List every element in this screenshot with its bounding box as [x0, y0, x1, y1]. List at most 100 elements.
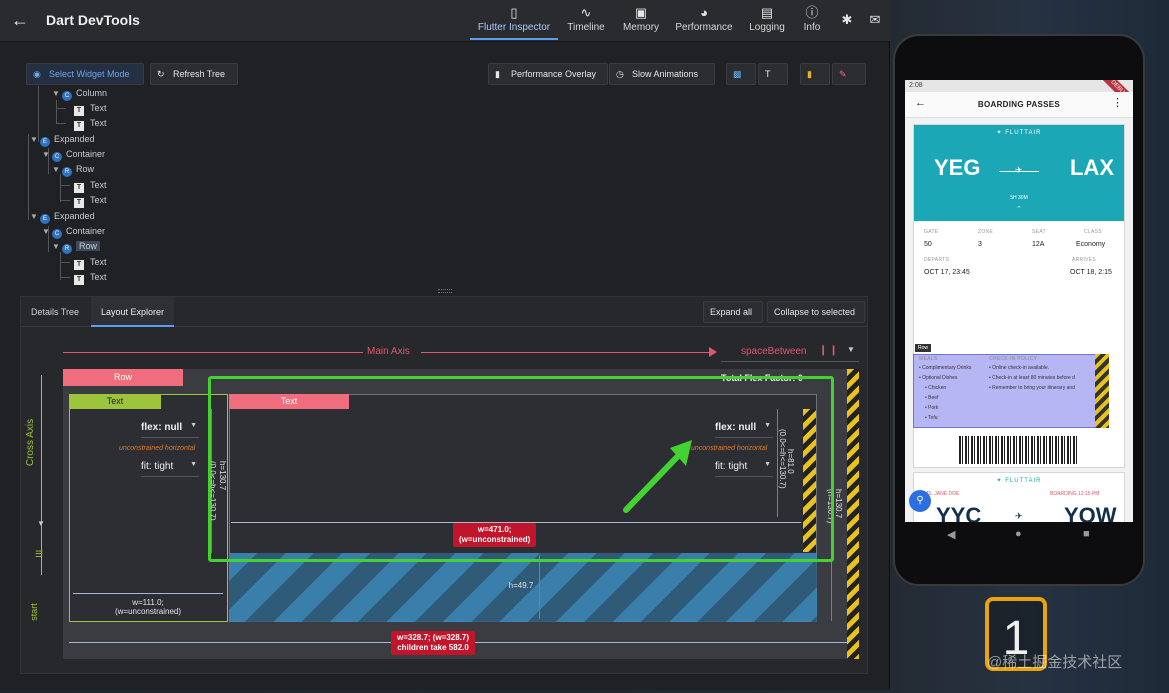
main-axis-line — [421, 352, 711, 353]
chevron-down-icon: ▼ — [190, 422, 197, 429]
policy-item: • Online check-in available. — [989, 365, 1050, 371]
meal-item: • Pork — [925, 405, 939, 411]
field-label: GATE — [924, 229, 939, 235]
refresh-icon: ↻ — [157, 69, 165, 79]
invert-images-button[interactable]: ✎ — [832, 63, 866, 85]
overflow-hazard — [1095, 354, 1109, 428]
tree-node-text[interactable]: T Text — [74, 178, 107, 193]
select-widget-mode-button[interactable]: ◉ Select Widget Mode — [26, 63, 144, 85]
widget-icon: E — [40, 137, 50, 147]
width-dimension: w=111.0; (w=unconstrained) — [114, 598, 182, 616]
tree-node-container[interactable]: ▼ C Container — [42, 147, 105, 162]
tree-node-text[interactable]: T Text — [74, 116, 107, 131]
widget-icon: E — [40, 214, 50, 224]
space-dimension: h=49.7 — [508, 581, 534, 590]
field-value: 3 — [978, 241, 982, 248]
field-value: 12A — [1032, 241, 1045, 248]
tab-details-tree[interactable]: Details Tree — [21, 297, 89, 327]
meal-item: • Tofu — [925, 415, 938, 421]
space-dimension-line — [539, 555, 540, 619]
status-bar: 2:08 — [905, 80, 1133, 92]
panel-splitter[interactable] — [438, 289, 452, 293]
departs-label: DEPARTS — [924, 257, 950, 263]
barcode — [959, 436, 1079, 464]
tree-node-text[interactable]: T Text — [74, 193, 107, 208]
tree-node-container[interactable]: ▼ C Container — [42, 224, 105, 239]
tab-memory[interactable]: ▣ Memory — [618, 4, 664, 40]
tab-flutter-inspector[interactable]: ▯ Flutter Inspector — [470, 4, 558, 40]
refresh-tree-button[interactable]: ↻ Refresh Tree — [150, 63, 238, 85]
widget-icon: C — [52, 152, 62, 162]
performance-overlay-button[interactable]: ▮ Performance Overlay — [488, 63, 608, 85]
chevron-up-icon[interactable]: ⌃ — [1016, 205, 1022, 213]
nav-home-icon[interactable]: ● — [1015, 528, 1022, 540]
nav-recents-icon[interactable]: ■ — [1083, 528, 1090, 540]
fit-select[interactable]: fit: tight ▼ — [141, 461, 199, 477]
search-fab-icon[interactable]: ⚲ — [909, 490, 931, 512]
arrives-label: ARRIVES — [1072, 257, 1097, 263]
inspector-row-tag: Row — [915, 344, 932, 352]
paint-baselines-button[interactable]: T — [758, 63, 788, 85]
repaint-rainbow-button[interactable]: ▮ — [800, 63, 830, 85]
log-icon: ▤ — [760, 5, 774, 20]
tab-timeline[interactable]: ∿ Timeline — [562, 4, 610, 40]
destination-code: YOW — [1064, 503, 1117, 522]
pulse-icon: ∿ — [580, 5, 592, 20]
grid-icon: ▩ — [733, 69, 742, 79]
field-label: CLASS — [1084, 229, 1102, 235]
nav-back-icon[interactable]: ◀ — [947, 528, 955, 541]
tree-node-text[interactable]: T Text — [74, 101, 107, 116]
back-arrow-icon[interactable]: ← — [10, 10, 30, 30]
tree-node-expanded[interactable]: ▼ E Expanded — [30, 209, 95, 224]
origin-code: YEG — [934, 155, 981, 180]
meals-heading: MEALS — [919, 356, 938, 362]
tab-performance[interactable]: ◕ Performance — [672, 4, 736, 40]
flex-select[interactable]: flex: null ▼ — [141, 422, 199, 438]
chevron-down-icon: ▼ — [847, 345, 855, 354]
more-vert-icon[interactable]: ⋮ — [1112, 96, 1123, 109]
widget-icon: R — [62, 167, 72, 177]
meal-item: • Beef — [925, 395, 939, 401]
boarding-pass-header: ✦ FLUTTAIR YEG LAX ✈ 5H 30M ⌃ — [914, 125, 1124, 221]
debug-paint-button[interactable]: ▩ — [726, 63, 756, 85]
cross-axis-alignment-select[interactable]: start — [25, 599, 55, 629]
row-height-dimension: h=130.7 — [834, 489, 843, 519]
widget-icon: C — [62, 91, 72, 101]
collapse-to-selected-button[interactable]: Collapse to selected — [767, 301, 865, 323]
tree-node-expanded[interactable]: ▼ E Expanded — [30, 132, 95, 147]
phone-app-bar: ← BOARDING PASSES ⋮ — [905, 92, 1133, 118]
highlight-arrow-icon — [623, 440, 692, 513]
crosshair-icon: ◉ — [33, 69, 41, 79]
text-baseline-icon: T — [765, 69, 771, 79]
brush-icon: ✎ — [839, 69, 847, 79]
tree-node-row[interactable]: ▼ R Row — [52, 162, 94, 177]
info-icon: ⓘ — [805, 5, 819, 20]
phone-screen: 2:08 DEBUG ← BOARDING PASSES ⋮ ✦ FLUTTAI… — [905, 80, 1133, 522]
space-between-icon: ❙ ❙ — [819, 345, 838, 356]
timer-icon: ◷ — [616, 69, 624, 79]
field-value: Economy — [1076, 241, 1106, 248]
tree-node-column[interactable]: ▼ C Column — [52, 86, 107, 101]
widget-tree: ▼ C Column T Text T Text ▼ E Expanded ▼ C Contai… — [20, 86, 880, 286]
tab-layout-explorer[interactable]: Layout Explorer — [91, 297, 175, 327]
chevron-down-icon[interactable]: ▼ — [37, 519, 45, 528]
main-axis-alignment-select[interactable]: spaceBetween ❙ ❙ ▼ — [721, 342, 859, 362]
tab-info[interactable]: ⓘ Info — [798, 4, 826, 40]
chevron-down-icon: ▼ — [42, 150, 50, 159]
devtools-window: ← Dart DevTools ▯ Flutter Inspector ∿ Ti… — [0, 0, 890, 690]
slow-animations-button[interactable]: ◷ Slow Animations — [609, 63, 715, 85]
tab-logging[interactable]: ▤ Logging — [744, 4, 790, 40]
overflow-hazard — [847, 369, 859, 659]
chevron-down-icon: ▼ — [52, 89, 60, 98]
boarding-pass-card[interactable]: ✦ FLUTTAIR MS. JANE DOE BOARDING 12:15 P… — [913, 472, 1125, 522]
highlight-rectangle — [208, 376, 834, 562]
row-width-dimension-tag: w=328.7; (w=328.7) children take 582.0 — [391, 631, 476, 655]
expand-all-button[interactable]: Expand all — [703, 301, 763, 323]
text-widget-icon: T — [74, 260, 84, 270]
tree-node-text[interactable]: T Text — [74, 270, 107, 285]
tree-node-text[interactable]: T Text — [74, 255, 107, 270]
tree-node-row-selected[interactable]: ▼ R Row — [52, 239, 101, 254]
flex-child-label: Text — [69, 394, 161, 409]
lightning-icon[interactable]: ✱ — [838, 11, 856, 29]
feedback-icon[interactable]: ✉ — [866, 11, 884, 29]
